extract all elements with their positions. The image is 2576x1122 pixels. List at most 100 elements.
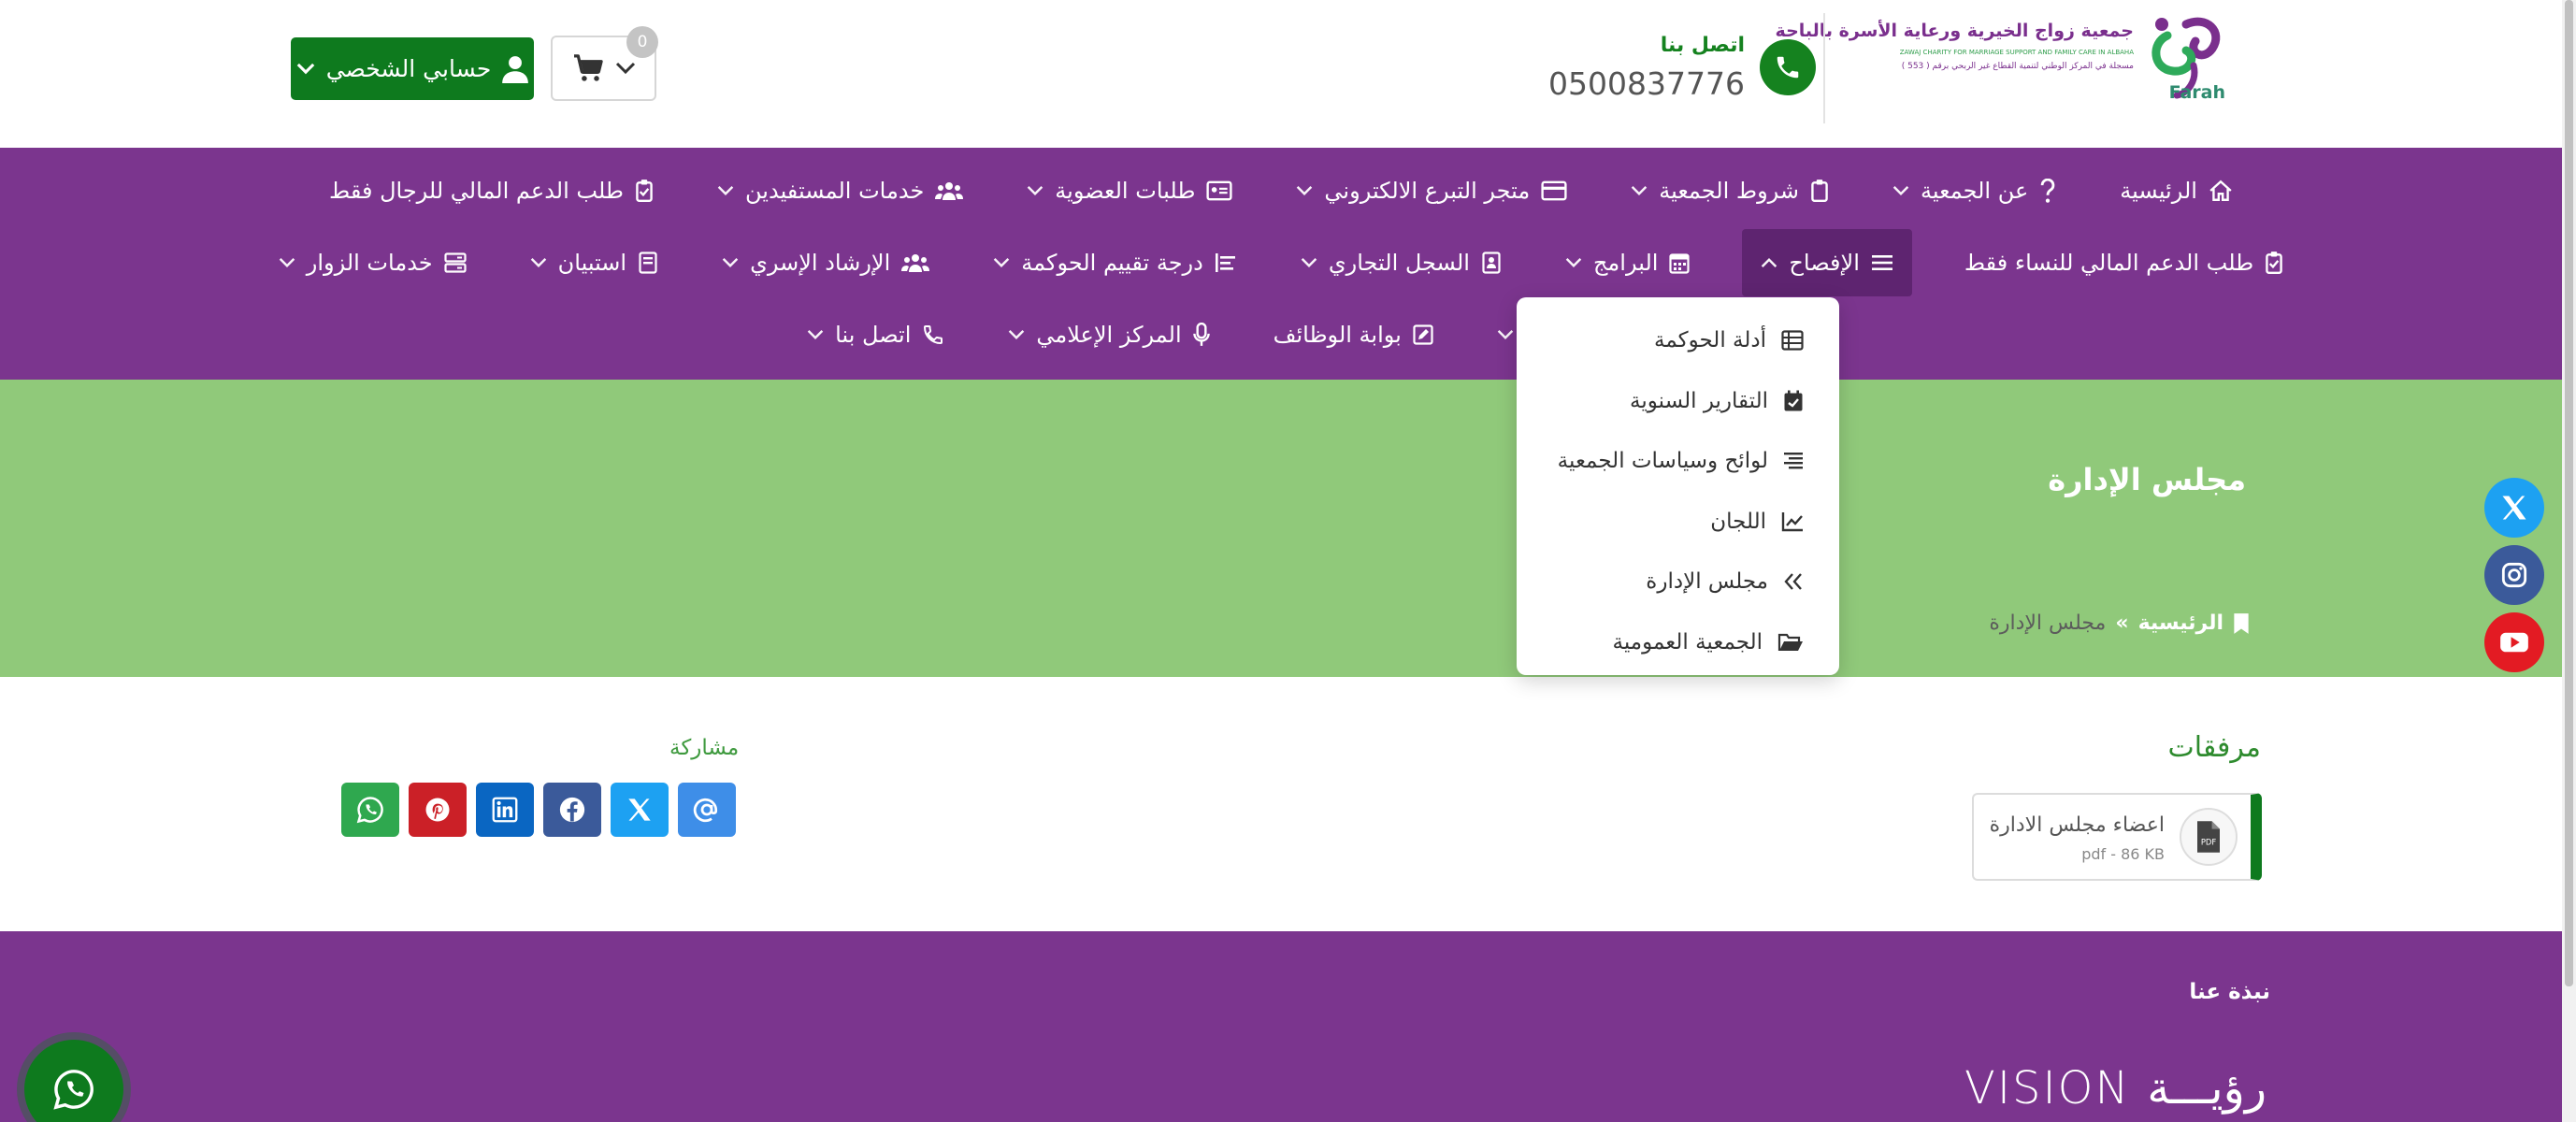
logo-mark: Farah <box>2141 15 2231 108</box>
nav-item-beneficiary-services[interactable]: خدمات المستفيدين <box>706 163 974 219</box>
chevron-down-icon <box>1301 257 1317 268</box>
attachment-file[interactable]: PDF اعضاء مجلس الادارة pdf - 86 KB <box>1972 793 2262 881</box>
logo-title-en: ZAWAJ CHARITY FOR MARRIAGE SUPPORT AND F… <box>1899 49 2134 56</box>
page-banner: مجلس الإدارة الرئيسية » مجلس الإدارة <box>0 380 2562 677</box>
disclosure-dropdown-menu: أدلة الحوكمة التقارير السنوية لوائح وسيا… <box>1517 297 1839 675</box>
nav-item-label: خدمات الزوار <box>306 250 433 276</box>
nav-item-about[interactable]: عن الجمعية <box>1881 163 2067 219</box>
nav-item-label: خدمات المستفيدين <box>745 178 925 204</box>
nav-item-label: الإرشاد الإسري <box>750 250 891 276</box>
nav-item-governance-rating[interactable]: درجة تقييم الحوكمة <box>982 235 1248 291</box>
share-email-button[interactable] <box>678 783 736 837</box>
share-buttons <box>341 783 736 837</box>
list-lines-icon <box>1783 451 1804 471</box>
pinterest-icon <box>424 796 452 824</box>
logo-brand: Farah <box>2168 82 2225 103</box>
bars-staggered-icon <box>1215 252 1237 273</box>
nav-item-contact[interactable]: اتصل بنا <box>796 307 956 363</box>
calendar-icon <box>1669 252 1691 274</box>
share-pinterest-button[interactable] <box>409 783 467 837</box>
microphone-icon <box>1192 323 1210 347</box>
dropdown-item-governance-guides[interactable]: أدلة الحوكمة <box>1517 310 1839 371</box>
site-header: Farah جمعية زواج الخيرية ورعاية الأسرة ب… <box>0 0 2562 148</box>
nav-item-store[interactable]: متجر التبرع الالكتروني <box>1285 163 1578 219</box>
chevron-down-icon <box>1027 185 1043 196</box>
attachment-file-name: اعضاء مجلس الادارة <box>1989 813 2165 837</box>
users-icon <box>935 180 964 201</box>
dropdown-item-general-assembly[interactable]: الجمعية العمومية <box>1517 612 1839 673</box>
whatsapp-icon <box>356 796 384 824</box>
edit-square-icon <box>1413 324 1433 345</box>
chevron-down-icon <box>279 257 295 268</box>
nav-item-label: طلب الدعم المالي للنساء فقط <box>1964 250 2254 276</box>
whatsapp-icon <box>52 1068 95 1111</box>
dropdown-item-annual-reports[interactable]: التقارير السنوية <box>1517 371 1839 432</box>
nav-item-membership[interactable]: طلبات العضوية <box>1015 163 1244 219</box>
nav-row-3: بوابة الوظائف المركز الإعلامي اتصل بنا <box>0 307 2562 363</box>
main-nav: الرئيسية عن الجمعية شروط الجمعية متجر ال… <box>0 148 2562 380</box>
book-icon <box>638 252 658 274</box>
share-x-button[interactable] <box>611 783 669 837</box>
chevron-down-icon <box>1565 257 1582 268</box>
chevron-down-icon <box>1631 185 1648 196</box>
header-contact[interactable]: اتصل بنا 0500837776 <box>1548 24 1816 108</box>
nav-item-label: عن الجمعية <box>1921 178 2029 204</box>
nav-item-programs[interactable]: البرامج <box>1554 235 1701 291</box>
nav-item-conditions[interactable]: شروط الجمعية <box>1619 163 1840 219</box>
nav-item-women-support[interactable]: طلب الدعم المالي للنساء فقط <box>1953 235 2295 291</box>
cart-button[interactable]: 0 <box>551 26 658 101</box>
nav-item-disclosure[interactable]: الإفصاح <box>1742 229 1912 296</box>
twitter-follow-button[interactable] <box>2484 478 2544 538</box>
facebook-icon <box>558 796 586 824</box>
nav-item-visitor-services[interactable]: خدمات الزوار <box>267 235 478 291</box>
nav-item-commercial-register[interactable]: السجل التجاري <box>1289 235 1513 291</box>
account-label: حسابي الشخصي <box>325 55 492 82</box>
chevron-down-icon <box>807 329 824 340</box>
nav-item-label: متجر التبرع الالكتروني <box>1324 178 1531 204</box>
nav-item-label: المركز الإعلامي <box>1036 322 1182 348</box>
attachment-file-meta: pdf - 86 KB <box>2081 845 2165 863</box>
share-label: مشاركة <box>669 736 740 760</box>
breadcrumb: الرئيسية » مجلس الإدارة <box>1989 611 2250 635</box>
dropdown-item-label: أدلة الحوكمة <box>1654 328 1766 353</box>
page-scrollbar-thumb[interactable] <box>2565 0 2573 986</box>
instagram-follow-button[interactable] <box>2484 545 2544 605</box>
breadcrumb-separator: » <box>2115 611 2129 635</box>
chevron-down-icon <box>993 257 1010 268</box>
id-card-icon <box>1206 180 1232 201</box>
youtube-follow-button[interactable] <box>2484 612 2544 672</box>
nav-item-home[interactable]: الرئيسية <box>2108 163 2244 219</box>
phone-icon <box>1760 39 1816 95</box>
table-list-icon <box>1781 330 1804 351</box>
chevron-up-icon <box>1761 257 1777 268</box>
account-button[interactable]: حسابي الشخصي <box>291 37 534 100</box>
nav-item-jobs[interactable]: بوابة الوظائف <box>1262 307 1445 363</box>
nav-item-label: السجل التجاري <box>1328 250 1470 276</box>
site-logo[interactable]: Farah جمعية زواج الخيرية ورعاية الأسرة ب… <box>1776 15 2231 108</box>
nav-item-men-support[interactable]: طلب الدعم المالي للرجال فقط <box>318 163 665 219</box>
vision-heading: رؤيـــة VISION <box>1964 1062 2267 1115</box>
nav-item-family-guidance[interactable]: الإرشاد الإسري <box>711 235 941 291</box>
breadcrumb-home-link[interactable]: الرئيسية <box>2138 611 2223 635</box>
share-facebook-button[interactable] <box>543 783 601 837</box>
share-linkedin-button[interactable] <box>476 783 534 837</box>
nav-item-survey[interactable]: استبيان <box>519 235 669 291</box>
x-logo-icon <box>2500 495 2528 521</box>
dropdown-item-label: مجلس الإدارة <box>1646 569 1768 595</box>
nav-item-label: بوابة الوظائف <box>1273 322 1402 348</box>
share-whatsapp-button[interactable] <box>341 783 399 837</box>
contact-label: اتصل بنا <box>1660 34 1745 57</box>
page-title: مجلس الإدارة <box>2048 462 2246 497</box>
dropdown-item-regulations[interactable]: لوائح وسياسات الجمعية <box>1517 431 1839 492</box>
attachments-title: مرفقات <box>2167 731 2261 764</box>
nav-item-media-center[interactable]: المركز الإعلامي <box>997 307 1220 363</box>
dropdown-item-committees[interactable]: اللجان <box>1517 492 1839 553</box>
nav-row-1: الرئيسية عن الجمعية شروط الجمعية متجر ال… <box>0 163 2562 219</box>
nav-item-label: الإفصاح <box>1789 250 1860 276</box>
linkedin-icon <box>492 797 518 823</box>
address-book-icon <box>1481 252 1502 274</box>
chevron-down-icon <box>1497 329 1514 340</box>
dropdown-item-board[interactable]: مجلس الإدارة <box>1517 552 1839 612</box>
footer-about-title: نبذة عنا <box>2189 980 2270 1004</box>
contact-number[interactable]: 0500837776 <box>1548 65 1745 102</box>
